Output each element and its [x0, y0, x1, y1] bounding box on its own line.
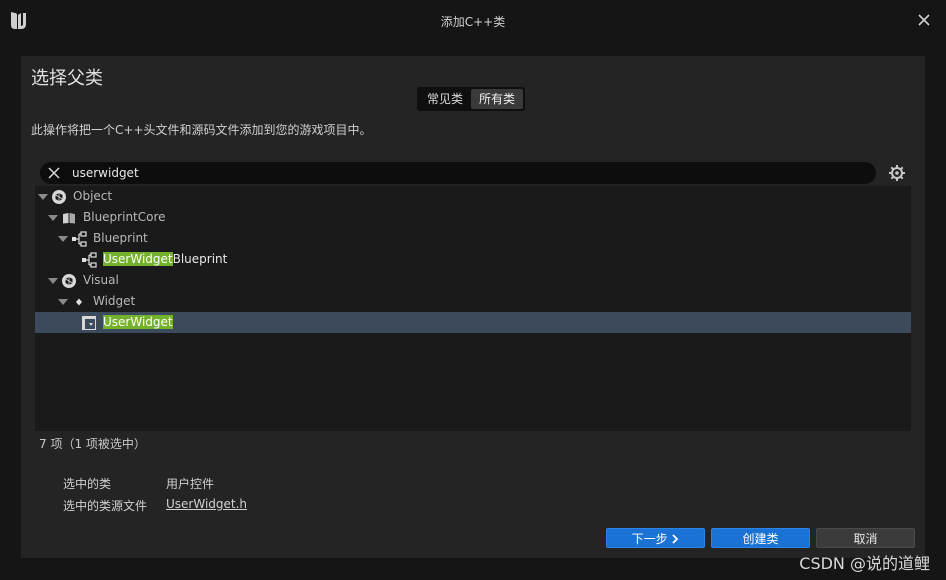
expand-arrow-icon[interactable]: [58, 299, 68, 305]
close-icon[interactable]: [916, 12, 932, 28]
class-tabs: 常见类 所有类: [417, 87, 526, 111]
class-icon: [52, 190, 66, 204]
tree-row-blueprintcore[interactable]: BlueprintCore: [35, 207, 911, 228]
tree-row-label: UserWidget: [103, 315, 173, 329]
clear-search-icon[interactable]: [47, 166, 61, 180]
tab-all-classes[interactable]: 所有类: [471, 89, 524, 109]
gear-icon[interactable]: [888, 164, 906, 182]
selected-class-label: 选中的类: [63, 477, 112, 491]
blueprint-icon: [82, 252, 97, 268]
expand-arrow-icon[interactable]: [48, 278, 58, 284]
selected-source-label: 选中的类源文件: [63, 499, 148, 513]
tree-row-blueprint[interactable]: Blueprint: [35, 228, 911, 249]
next-button-label: 下一步: [631, 532, 668, 546]
cancel-button[interactable]: 取消: [816, 528, 915, 548]
chevron-right-icon: [672, 534, 679, 544]
title-bar: 添加C++类: [0, 0, 946, 42]
description-text: 此操作将把一个C++头文件和源码文件添加到您的游戏项目中。: [31, 123, 372, 137]
dialog-window: 添加C++类 选择父类 常见类 所有类 此操作将把一个C++头文件和源码文件添加…: [0, 0, 946, 580]
page-title: 选择父类: [31, 68, 103, 89]
selected-class-value: 用户控件: [166, 477, 215, 491]
class-icon: [62, 274, 76, 288]
next-button[interactable]: 下一步: [606, 528, 705, 548]
create-class-button[interactable]: 创建类: [711, 528, 810, 548]
blueprint-icon: [72, 231, 87, 247]
selected-source-link[interactable]: UserWidget.h: [166, 497, 247, 511]
expand-arrow-icon[interactable]: [48, 215, 58, 221]
expand-arrow-icon[interactable]: [58, 236, 68, 242]
watermark-text: CSDN @说的道鲤: [799, 554, 930, 573]
search-box: [40, 162, 876, 184]
class-tree: Object BlueprintCore Blueprint UserWidge…: [35, 186, 911, 431]
book-icon: [63, 213, 75, 224]
tree-row-label: BlueprintCore: [83, 210, 166, 224]
tree-row-label: Visual: [83, 273, 119, 287]
tree-row-widget[interactable]: Widget: [35, 291, 911, 312]
content-panel: 选择父类 常见类 所有类 此操作将把一个C++头文件和源码文件添加到您的游戏项目…: [21, 56, 925, 558]
tree-row-userwidgetblueprint[interactable]: UserWidgetBlueprint: [35, 249, 911, 270]
search-input[interactable]: [72, 164, 862, 182]
tree-row-label: Widget: [93, 294, 136, 308]
expand-arrow-icon[interactable]: [38, 194, 48, 200]
user-widget-icon: [82, 316, 96, 330]
tab-common-classes[interactable]: 常见类: [419, 89, 471, 109]
tree-row-object[interactable]: Object: [35, 186, 911, 207]
window-title: 添加C++类: [440, 15, 506, 29]
tree-row-visual[interactable]: Visual: [35, 270, 911, 291]
tree-row-label: UserWidgetBlueprint: [103, 252, 228, 266]
diamond-icon: [76, 298, 82, 306]
item-count: 7 项（1 项被选中）: [39, 437, 146, 451]
tree-row-label: Blueprint: [93, 231, 148, 245]
tree-row-userwidget[interactable]: UserWidget: [35, 312, 911, 333]
tree-row-label: Object: [73, 189, 113, 203]
